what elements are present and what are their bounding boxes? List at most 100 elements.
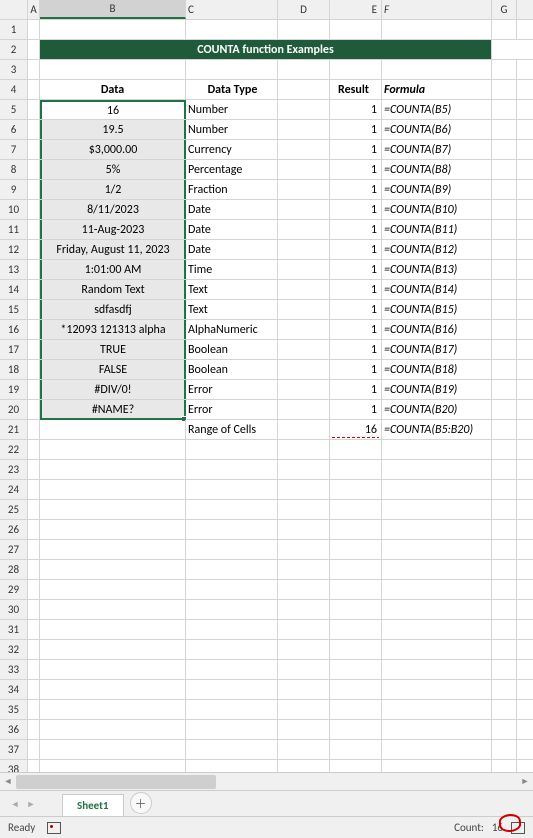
cell-B16[interactable]: *12093 121313 alpha xyxy=(40,320,186,339)
cell-F1[interactable] xyxy=(382,20,492,39)
cell-E14[interactable]: 1 xyxy=(330,280,382,299)
cell-G19[interactable] xyxy=(492,380,517,399)
cell-G22[interactable] xyxy=(492,440,517,459)
cell-D1[interactable] xyxy=(278,20,330,39)
cell-C36[interactable] xyxy=(186,720,278,739)
cell-B33[interactable] xyxy=(40,660,186,679)
cell-E1[interactable] xyxy=(330,20,382,39)
cell-A20[interactable] xyxy=(28,400,40,419)
cell-G12[interactable] xyxy=(492,240,517,259)
cell-C31[interactable] xyxy=(186,620,278,639)
cell-F23[interactable] xyxy=(382,460,492,479)
cell-A19[interactable] xyxy=(28,380,40,399)
cell-E18[interactable]: 1 xyxy=(330,360,382,379)
col-header-G[interactable]: G xyxy=(492,0,517,19)
cell-F18[interactable]: =COUNTA(B18) xyxy=(382,360,492,379)
row-header-30[interactable]: 30 xyxy=(0,600,28,619)
cell-G15[interactable] xyxy=(492,300,517,319)
cell-G37[interactable] xyxy=(492,740,517,759)
cell-A9[interactable] xyxy=(28,180,40,199)
cell-B28[interactable] xyxy=(40,560,186,579)
cell-D13[interactable] xyxy=(278,260,330,279)
row-header-35[interactable]: 35 xyxy=(0,700,28,719)
cell-C10[interactable]: Date xyxy=(186,200,278,219)
cell-F11[interactable]: =COUNTA(B11) xyxy=(382,220,492,239)
cell-B12[interactable]: Friday, August 11, 2023 xyxy=(40,240,186,259)
cell-G10[interactable] xyxy=(492,200,517,219)
cell-F12[interactable]: =COUNTA(B12) xyxy=(382,240,492,259)
cell-B21[interactable] xyxy=(40,420,186,439)
cell-C37[interactable] xyxy=(186,740,278,759)
cell-C3[interactable] xyxy=(186,60,278,79)
cell-G11[interactable] xyxy=(492,220,517,239)
cell-F35[interactable] xyxy=(382,700,492,719)
row-header-24[interactable]: 24 xyxy=(0,480,28,499)
cell-G8[interactable] xyxy=(492,160,517,179)
col-header-C[interactable]: C xyxy=(186,0,278,19)
cell-A16[interactable] xyxy=(28,320,40,339)
cell-C18[interactable]: Boolean xyxy=(186,360,278,379)
cell-G9[interactable] xyxy=(492,180,517,199)
cell-B25[interactable] xyxy=(40,500,186,519)
cell-E35[interactable] xyxy=(330,700,382,719)
col-header-D[interactable]: D xyxy=(278,0,330,19)
header-type[interactable]: Data Type xyxy=(186,80,278,99)
cell-D19[interactable] xyxy=(278,380,330,399)
cell-D3[interactable] xyxy=(278,60,330,79)
cell-G30[interactable] xyxy=(492,600,517,619)
cell-D27[interactable] xyxy=(278,540,330,559)
cell-F7[interactable]: =COUNTA(B7) xyxy=(382,140,492,159)
cell-D15[interactable] xyxy=(278,300,330,319)
cell-D28[interactable] xyxy=(278,560,330,579)
cell-G5[interactable] xyxy=(492,100,517,119)
cell-G27[interactable] xyxy=(492,540,517,559)
row-header-10[interactable]: 10 xyxy=(0,200,28,219)
cell-F19[interactable]: =COUNTA(B19) xyxy=(382,380,492,399)
cell-G18[interactable] xyxy=(492,360,517,379)
cell-E13[interactable]: 1 xyxy=(330,260,382,279)
add-sheet-button[interactable]: ＋ xyxy=(130,792,152,814)
cell-E37[interactable] xyxy=(330,740,382,759)
cell-A37[interactable] xyxy=(28,740,40,759)
row-header-31[interactable]: 31 xyxy=(0,620,28,639)
cell-B20[interactable]: #NAME? xyxy=(40,400,186,419)
cell-A2[interactable] xyxy=(28,40,40,59)
cell-G28[interactable] xyxy=(492,560,517,579)
cell-D17[interactable] xyxy=(278,340,330,359)
scroll-thumb[interactable] xyxy=(16,775,216,789)
row-header-3[interactable]: 3 xyxy=(0,60,28,79)
cell-B6[interactable]: 19.5 xyxy=(40,120,186,139)
select-all-corner[interactable] xyxy=(0,0,28,19)
cell-B32[interactable] xyxy=(40,640,186,659)
cell-F26[interactable] xyxy=(382,520,492,539)
row-header-21[interactable]: 21 xyxy=(0,420,28,439)
cell-D31[interactable] xyxy=(278,620,330,639)
row-header-20[interactable]: 20 xyxy=(0,400,28,419)
col-header-A[interactable]: A xyxy=(28,0,40,19)
cell-F3[interactable] xyxy=(382,60,492,79)
row-header-36[interactable]: 36 xyxy=(0,720,28,739)
cell-A29[interactable] xyxy=(28,580,40,599)
tab-next-icon[interactable]: ► xyxy=(24,799,38,816)
cell-A31[interactable] xyxy=(28,620,40,639)
cell-D18[interactable] xyxy=(278,360,330,379)
cell-A12[interactable] xyxy=(28,240,40,259)
cell-B10[interactable]: 8/11/2023 xyxy=(40,200,186,219)
cell-A23[interactable] xyxy=(28,460,40,479)
col-header-E[interactable]: E xyxy=(330,0,382,19)
cell-E6[interactable]: 1 xyxy=(330,120,382,139)
macro-record-icon[interactable] xyxy=(47,822,61,834)
cell-B8[interactable]: 5% xyxy=(40,160,186,179)
col-header-B[interactable]: B xyxy=(40,0,186,19)
cell-D11[interactable] xyxy=(278,220,330,239)
cell-G1[interactable] xyxy=(492,20,517,39)
cell-D29[interactable] xyxy=(278,580,330,599)
cell-F37[interactable] xyxy=(382,740,492,759)
cell-G35[interactable] xyxy=(492,700,517,719)
cell-B18[interactable]: FALSE xyxy=(40,360,186,379)
row-header-26[interactable]: 26 xyxy=(0,520,28,539)
cell-B23[interactable] xyxy=(40,460,186,479)
cell-D10[interactable] xyxy=(278,200,330,219)
display-settings-icon[interactable] xyxy=(511,822,525,834)
row-header-16[interactable]: 16 xyxy=(0,320,28,339)
